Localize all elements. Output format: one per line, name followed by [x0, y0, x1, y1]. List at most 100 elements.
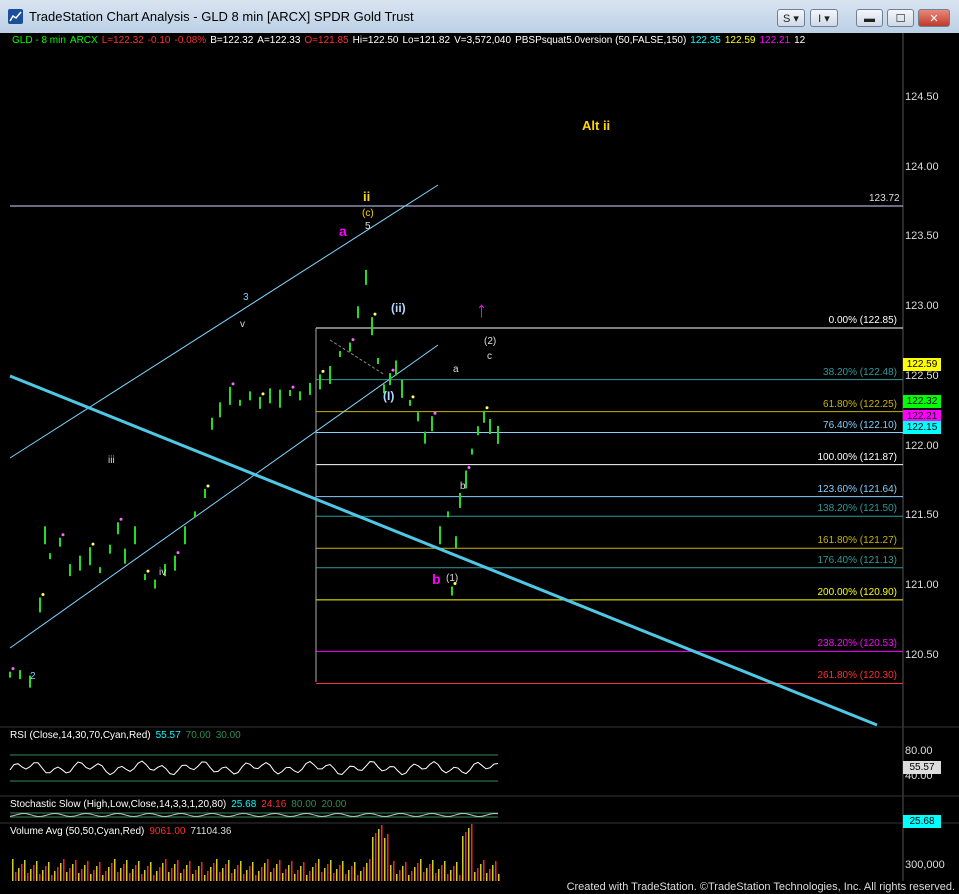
volume-bar [417, 863, 419, 881]
rsi-label: RSI (Close,14,30,70,Cyan,Red) [10, 730, 151, 741]
volume-bar [117, 872, 119, 881]
ask: A=122.33 [257, 35, 301, 46]
volume-bar [195, 870, 197, 881]
volume-bar [114, 859, 116, 881]
volume-bar [33, 865, 35, 881]
tradestation-app-icon [8, 9, 23, 24]
indicator-menu-button[interactable]: I ▾ [810, 9, 838, 27]
open: O=121.85 [304, 35, 349, 46]
volume-bar [63, 859, 65, 881]
stoch-label: Stochastic Slow (High,Low,Close,14,3,3,1… [10, 799, 227, 810]
volume-bar [144, 870, 146, 881]
chart-area[interactable]: 0.00% (122.85) 38.20% (122.48) 61.80% (122… [0, 33, 959, 881]
volume-bar [285, 869, 287, 881]
volume-bar [75, 860, 77, 881]
price-tick: 124.00 [905, 160, 939, 173]
volume-bar [210, 867, 212, 881]
wave-iii-label: iii [108, 455, 115, 466]
stoch-os: 20.00 [321, 799, 347, 810]
wave-b-magenta-label: b [432, 571, 441, 587]
maximize-button[interactable]: ☐ [887, 9, 914, 27]
wave-iv-label: iv [159, 567, 167, 578]
wave-b-small-label: b [460, 481, 466, 492]
volume-bar [66, 872, 68, 881]
volume-bar [108, 867, 110, 881]
volume-bar [42, 870, 44, 881]
volume-bar [51, 875, 53, 881]
volume-bar [21, 864, 23, 881]
stoch-k: 25.68 [231, 799, 257, 810]
volume-bar [468, 828, 470, 881]
style-menu-button[interactable]: S ▾ [777, 9, 805, 27]
volume-bar [342, 861, 344, 881]
volume-bar [36, 861, 38, 881]
volume-bar [393, 861, 395, 881]
up-arrow-icon: ↑ [476, 297, 487, 322]
change: -0.10 [147, 35, 171, 46]
volume-bar [318, 859, 320, 881]
volume-bar [162, 863, 164, 881]
volume-bar [123, 864, 125, 881]
volume-bar [432, 860, 434, 881]
stoch-ob: 80.00 [291, 799, 317, 810]
change-pct: -0.08% [174, 35, 207, 46]
volume-bar [303, 862, 305, 881]
volume-bar [186, 865, 188, 881]
volume-bar [309, 871, 311, 881]
volume-bar [348, 870, 350, 881]
volume-bar [234, 869, 236, 881]
volume-bar [423, 872, 425, 881]
volume-bar [288, 865, 290, 881]
fib-level-label: 161.80% (121.27) [817, 535, 897, 547]
volume-bar [30, 869, 32, 881]
volume-bar [150, 862, 152, 881]
volume-bar [18, 868, 20, 881]
volume-bar [444, 861, 446, 881]
high: Hi=122.50 [352, 35, 399, 46]
fib-level-label: 38.20% (122.48) [823, 366, 897, 378]
volume-bar [57, 867, 59, 881]
volume-bar [156, 871, 158, 881]
wave-1-paren-label: (1) [446, 573, 459, 584]
volume-bar [39, 874, 41, 881]
volume-bar [219, 872, 221, 881]
volume-bar [228, 860, 230, 881]
rsi-label-row: RSI (Close,14,30,70,Cyan,Red) 55.57 70.00 3… [10, 730, 246, 741]
fib-level-label: 176.40% (121.13) [817, 554, 897, 566]
wave-c-small-label: c [487, 351, 492, 362]
volume-bar [78, 873, 80, 881]
indicator-dot [291, 385, 295, 389]
volume-bar [138, 861, 140, 881]
price-tick: 121.00 [905, 578, 939, 591]
volume-bar [105, 871, 107, 881]
volume-bar [375, 833, 377, 881]
indicator-dot [176, 551, 180, 555]
alt-ii-label: Alt ii [582, 118, 611, 133]
volume-bar [177, 860, 179, 881]
volume-bar [54, 871, 56, 881]
volume-bar [231, 873, 233, 881]
volume-bar [477, 868, 479, 881]
volume-bar [60, 863, 62, 881]
volume-bar [267, 859, 269, 881]
wave-c-label: (c) [362, 208, 374, 219]
volume-bar [327, 864, 329, 881]
wave-2-paren-label: (2) [484, 336, 497, 347]
indicator-dot [433, 411, 437, 415]
volume-bar [183, 869, 185, 881]
volume-bar [483, 860, 485, 881]
volume-bar [363, 867, 365, 881]
volume-bar [450, 870, 452, 881]
volume-bar [480, 864, 482, 881]
volume-bar [462, 836, 464, 881]
volume-bar [495, 861, 497, 881]
close-button[interactable]: ✕ [918, 9, 950, 27]
copyright-footer: Created with TradeStation. ©TradeStation… [566, 881, 955, 893]
price-tick: 121.50 [905, 509, 939, 522]
volume-bar [240, 861, 242, 881]
volume-bar [384, 838, 386, 881]
minimize-button[interactable]: ▬ [856, 9, 883, 27]
volume-bar [276, 864, 278, 881]
volume: V=3,572,040 [454, 35, 512, 46]
volume-bar [378, 829, 380, 881]
